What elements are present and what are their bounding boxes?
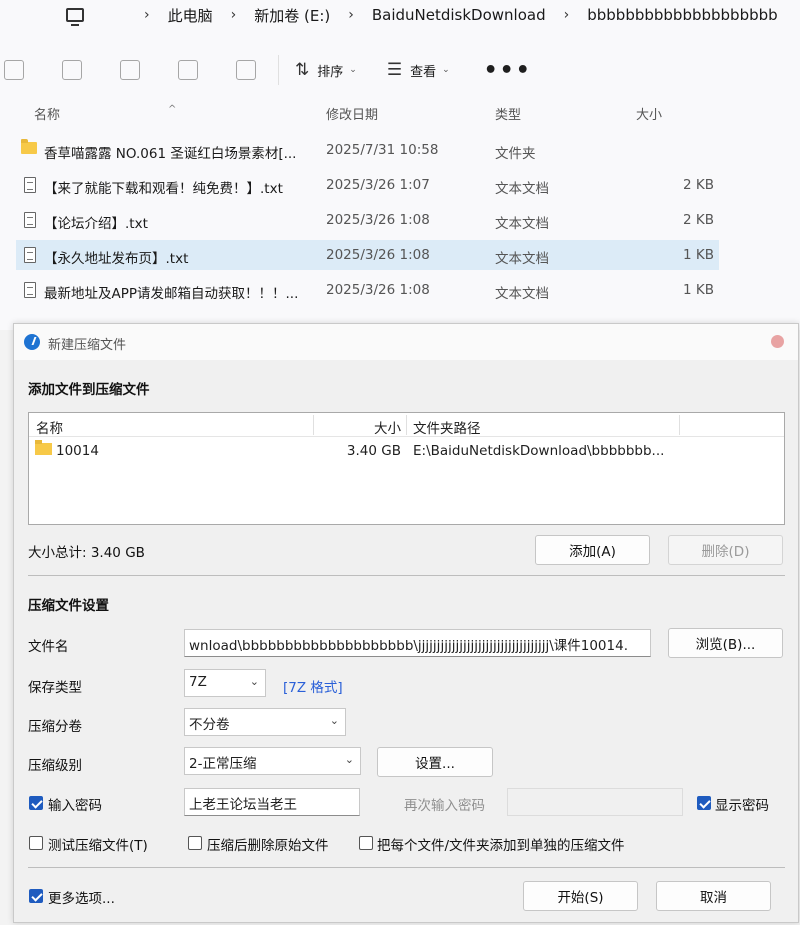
text-file-icon: [24, 177, 36, 193]
repeat-password-label: 再次输入密码: [404, 798, 485, 814]
column-header-type[interactable]: 类型: [495, 104, 521, 123]
delete-original-checkbox[interactable]: [188, 836, 202, 850]
file-row[interactable]: 【论坛介绍】.txt 2025/3/26 1:08 文本文档 2 KB: [16, 205, 719, 235]
chevron-down-icon: ⌄: [344, 753, 354, 766]
delete-button[interactable]: 删除(D): [668, 535, 783, 565]
dialog-titlebar[interactable]: 新建压缩文件: [14, 324, 798, 360]
password-input[interactable]: 上老王论坛当老王: [184, 788, 360, 816]
breadcrumb-drive-e[interactable]: 新加卷 (E:): [254, 5, 330, 26]
paste-icon[interactable]: [62, 60, 82, 80]
computer-icon[interactable]: [66, 8, 84, 26]
file-row-selected[interactable]: 【永久地址发布页】.txt 2025/3/26 1:08 文本文档 1 KB: [16, 240, 719, 270]
delete-original-label[interactable]: 压缩后删除原始文件: [207, 834, 329, 854]
column-header-name[interactable]: 名称: [34, 104, 60, 123]
file-row[interactable]: 香草喵露露 NO.061 圣诞红白场景素材[... 2025/7/31 10:5…: [16, 135, 719, 165]
rename-icon[interactable]: [120, 60, 140, 80]
password-checkbox[interactable]: [29, 796, 43, 810]
chevron-right-icon[interactable]: ›: [348, 7, 354, 23]
divider: [278, 55, 279, 85]
sort-caret-icon: ^: [168, 104, 177, 115]
compression-settings-button[interactable]: 设置...: [377, 747, 493, 777]
file-explorer: › 此电脑 › 新加卷 (E:) › BaiduNetdiskDownload …: [0, 0, 800, 330]
chevron-down-icon: ⌄: [249, 675, 259, 688]
folder-icon: [35, 440, 52, 455]
view-button[interactable]: ☰ 查看 ⌄: [387, 60, 450, 80]
level-label: 压缩级别: [28, 758, 82, 774]
list-view-icon: ☰: [386, 60, 403, 80]
list-item[interactable]: 10014 3.40 GB E:\BaiduNetdiskDownload\bb…: [29, 440, 784, 463]
folder-icon: [21, 139, 37, 154]
chevron-down-icon: ⌄: [349, 65, 357, 75]
column-header-size[interactable]: 大小: [636, 104, 662, 123]
save-type-label: 保存类型: [28, 680, 82, 696]
sort-arrows-icon: ⇅: [295, 60, 310, 80]
breadcrumb-this-pc[interactable]: 此电脑: [168, 5, 213, 26]
browse-button[interactable]: 浏览(B)...: [668, 628, 783, 658]
show-password-label[interactable]: 显示密码: [715, 794, 769, 814]
total-size-text: 大小总计: 3.40 GB: [28, 545, 145, 561]
list-header-path[interactable]: 文件夹路径: [413, 417, 481, 437]
text-file-icon: [24, 212, 36, 228]
list-header-size[interactable]: 大小: [319, 417, 401, 437]
level-select[interactable]: 2-正常压缩 ⌄: [184, 747, 361, 775]
command-bar: ⇅ 排序 ⌄ ☰ 查看 ⌄ •••: [0, 46, 800, 94]
close-icon[interactable]: [771, 335, 784, 348]
column-divider[interactable]: [406, 415, 407, 435]
more-options-icon[interactable]: •••: [484, 58, 532, 83]
divider: [28, 867, 785, 868]
settings-heading: 压缩文件设置: [28, 598, 109, 614]
new-archive-dialog: 新建压缩文件 添加文件到压缩文件 名称 大小 文件夹路径 10014 3.40 …: [13, 323, 799, 923]
file-row[interactable]: 最新地址及APP请发邮箱自动获取！！！... 2025/3/26 1:08 文本…: [16, 275, 719, 305]
list-header-name[interactable]: 名称: [36, 417, 63, 437]
column-divider[interactable]: [679, 415, 680, 435]
split-select[interactable]: 不分卷 ⌄: [184, 708, 346, 736]
save-type-select[interactable]: 7Z ⌄: [184, 669, 266, 697]
filename-label: 文件名: [28, 639, 69, 655]
add-files-heading: 添加文件到压缩文件: [28, 382, 150, 398]
chevron-down-icon: ⌄: [329, 714, 339, 727]
sort-button[interactable]: ⇅ 排序 ⌄: [295, 60, 357, 80]
password-label[interactable]: 输入密码: [48, 794, 102, 814]
sort-label: 排序: [317, 64, 344, 80]
delete-icon[interactable]: [236, 60, 256, 80]
column-header-date[interactable]: 修改日期: [326, 104, 378, 123]
add-button[interactable]: 添加(A): [535, 535, 650, 565]
chevron-right-icon[interactable]: ›: [231, 7, 237, 23]
repeat-password-input[interactable]: [507, 788, 683, 816]
start-button[interactable]: 开始(S): [523, 881, 638, 911]
more-options-label[interactable]: 更多选项...: [48, 887, 115, 907]
separate-archives-label[interactable]: 把每个文件/文件夹添加到单独的压缩文件: [377, 834, 625, 854]
chevron-right-icon[interactable]: ›: [144, 7, 150, 23]
view-label: 查看: [410, 64, 437, 80]
filename-input[interactable]: wnload\bbbbbbbbbbbbbbbbbbbb\jjjjjjjjjjjj…: [184, 629, 651, 657]
text-file-icon: [24, 282, 36, 298]
app-logo-icon: [24, 334, 40, 350]
address-bar[interactable]: › 此电脑 › 新加卷 (E:) › BaiduNetdiskDownload …: [0, 0, 800, 30]
breadcrumb-baidu[interactable]: BaiduNetdiskDownload: [372, 6, 546, 24]
file-list-header: 名称 大小 文件夹路径: [29, 413, 784, 437]
chevron-down-icon: ⌄: [442, 65, 450, 75]
format-link[interactable]: [7Z 格式]: [283, 676, 343, 696]
text-file-icon: [24, 247, 36, 263]
divider: [28, 575, 785, 576]
breadcrumb-current[interactable]: bbbbbbbbbbbbbbbbbbbb: [587, 6, 777, 24]
column-divider[interactable]: [313, 415, 314, 435]
archive-file-list[interactable]: 名称 大小 文件夹路径 10014 3.40 GB E:\BaiduNetdis…: [28, 412, 785, 525]
file-row[interactable]: 【来了就能下载和观看！纯免费！】.txt 2025/3/26 1:07 文本文档…: [16, 170, 719, 200]
chevron-right-icon[interactable]: ›: [564, 7, 570, 23]
column-headers: ^ 名称 修改日期 类型 大小: [0, 100, 800, 126]
separate-archives-checkbox[interactable]: [359, 836, 373, 850]
test-archive-checkbox[interactable]: [29, 836, 43, 850]
dialog-title: 新建压缩文件: [48, 338, 127, 353]
more-options-checkbox[interactable]: [29, 889, 43, 903]
show-password-checkbox[interactable]: [697, 796, 711, 810]
test-archive-label[interactable]: 测试压缩文件(T): [48, 834, 148, 854]
split-label: 压缩分卷: [28, 719, 82, 735]
copy-icon[interactable]: [4, 60, 24, 80]
share-icon[interactable]: [178, 60, 198, 80]
cancel-button[interactable]: 取消: [656, 881, 771, 911]
